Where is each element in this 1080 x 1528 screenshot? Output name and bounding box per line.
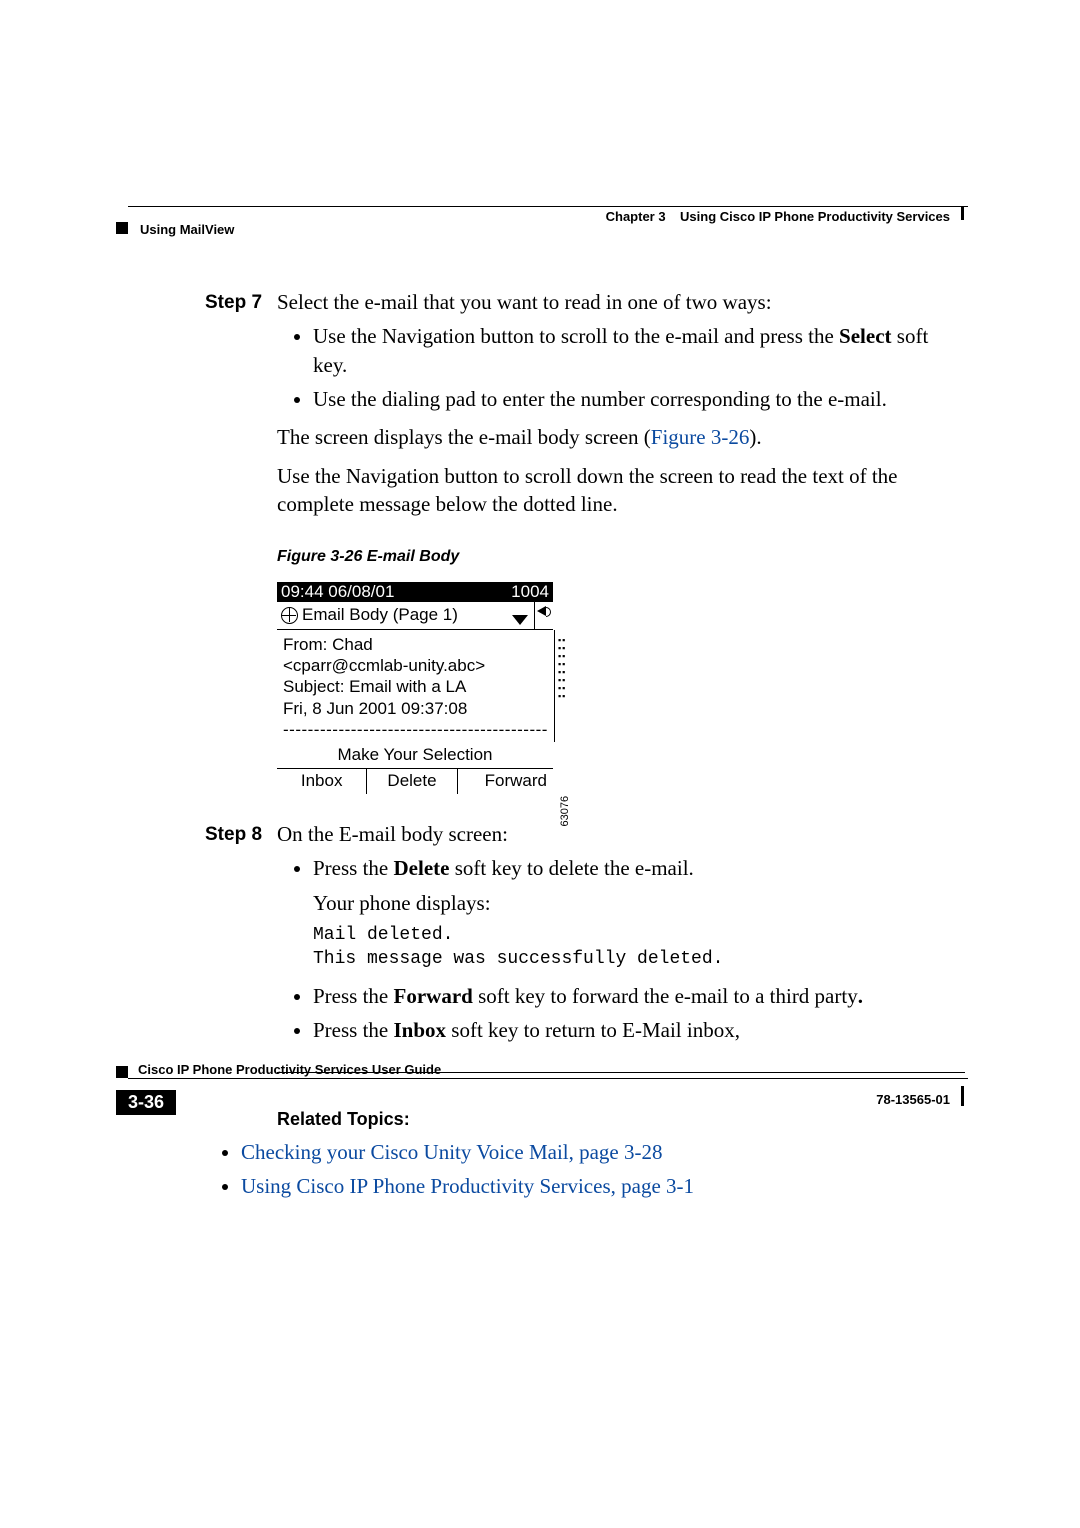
step-7-bullet-1: Use the Navigation button to scroll to t… xyxy=(313,322,965,379)
phone-date: Fri, 8 Jun 2001 09:37:08 xyxy=(283,698,548,719)
related-link-2: Using Cisco IP Phone Productivity Servic… xyxy=(241,1172,965,1200)
phone-extension: 1004 xyxy=(511,582,549,602)
footer-square-icon xyxy=(116,1066,128,1078)
scrollbar-dots-icon: ▪▪▪▪▪▪▪▪▪▪▪▪▪▪▪▪ xyxy=(558,636,566,700)
text: soft key to return to E-Mail inbox, xyxy=(446,1018,740,1042)
phone-softkeys: Inbox Delete Forward xyxy=(277,768,553,794)
step-8-bullet-3: Press the Inbox soft key to return to E-… xyxy=(313,1016,965,1044)
bold-inbox: Inbox xyxy=(394,1018,447,1042)
figure-caption: Figure 3-26 E-mail Body xyxy=(277,546,965,568)
phone-subject: Subject: Email with a LA xyxy=(283,676,548,697)
phone-page-title: Email Body (Page 1) xyxy=(302,604,458,627)
caret-down-icon xyxy=(512,615,528,625)
footer-right-tick xyxy=(961,1086,964,1106)
related-topics-heading: Related Topics: xyxy=(277,1107,965,1131)
header-rule xyxy=(128,206,968,207)
step-8-bullet-1: Press the Delete soft key to delete the … xyxy=(313,854,965,971)
header-right-tick xyxy=(961,206,964,220)
softkey-inbox: Inbox xyxy=(277,769,366,794)
page-number: 3-36 xyxy=(116,1090,176,1115)
bold-delete: Delete xyxy=(394,856,450,880)
step-8-intro: On the E-mail body screen: xyxy=(277,820,965,848)
step-7-intro: Select the e-mail that you want to read … xyxy=(277,288,965,316)
step-7-bullet-2: Use the dialing pad to enter the number … xyxy=(313,385,965,413)
figure-id: 63076 xyxy=(558,796,573,827)
phone-from: From: Chad xyxy=(283,634,548,655)
text: Press the xyxy=(313,984,394,1008)
step-7: Step 7 Select the e-mail that you want t… xyxy=(205,288,965,518)
globe-icon xyxy=(281,607,298,624)
text: Press the xyxy=(313,856,394,880)
step-7-label: Step 7 xyxy=(205,288,277,518)
link-productivity-services[interactable]: Using Cisco IP Phone Productivity Servic… xyxy=(241,1174,694,1198)
step-7-after-1: The screen displays the e-mail body scre… xyxy=(277,423,965,451)
chapter-label: Chapter 3 xyxy=(606,209,666,224)
figure-phone-screen: 09:44 06/08/01 1004 Email Body (Page 1) xyxy=(277,582,553,794)
step-8-label: Step 8 xyxy=(205,820,277,1054)
phone-address: <cparr@ccmlab-unity.abc> xyxy=(283,655,548,676)
header-chapter: Chapter 3 Using Cisco IP Phone Productiv… xyxy=(606,209,950,224)
your-phone-displays: Your phone displays: xyxy=(313,889,965,917)
header-square-icon xyxy=(116,222,128,234)
speaker-icon xyxy=(537,606,546,616)
softkey-forward: Forward xyxy=(457,769,553,794)
document-number: 78-13565-01 xyxy=(876,1092,950,1107)
related-link-1: Checking your Cisco Unity Voice Mail, pa… xyxy=(241,1138,965,1166)
text: ). xyxy=(749,425,761,449)
footer-rule xyxy=(128,1078,968,1079)
header-section: Using MailView xyxy=(140,222,234,237)
softkey-delete: Delete xyxy=(366,769,456,794)
text: soft key to forward the e-mail to a thir… xyxy=(473,984,858,1008)
step-7-after-2: Use the Navigation button to scroll down… xyxy=(277,462,965,519)
code-output: Mail deleted. This message was successfu… xyxy=(313,923,965,972)
phone-prompt: Make Your Selection xyxy=(277,742,553,768)
chapter-title: Using Cisco IP Phone Productivity Servic… xyxy=(680,209,950,224)
text: soft key to delete the e-mail. xyxy=(449,856,693,880)
bold-select: Select xyxy=(839,324,891,348)
bold-forward: Forward xyxy=(394,984,473,1008)
text: Use the Navigation button to scroll to t… xyxy=(313,324,839,348)
step-8-bullet-2: Press the Forward soft key to forward th… xyxy=(313,982,965,1010)
bold-dot: . xyxy=(858,984,863,1008)
text: The screen displays the e-mail body scre… xyxy=(277,425,651,449)
text: Press the xyxy=(313,1018,394,1042)
footer-guide-title: Cisco IP Phone Productivity Services Use… xyxy=(138,1062,441,1077)
phone-divider: ----------------------------------------… xyxy=(283,719,548,740)
link-unity-voicemail[interactable]: Checking your Cisco Unity Voice Mail, pa… xyxy=(241,1140,663,1164)
step-8: Step 8 On the E-mail body screen: Press … xyxy=(205,820,965,1054)
figure-xref[interactable]: Figure 3-26 xyxy=(651,425,750,449)
phone-time: 09:44 06/08/01 xyxy=(281,582,394,602)
